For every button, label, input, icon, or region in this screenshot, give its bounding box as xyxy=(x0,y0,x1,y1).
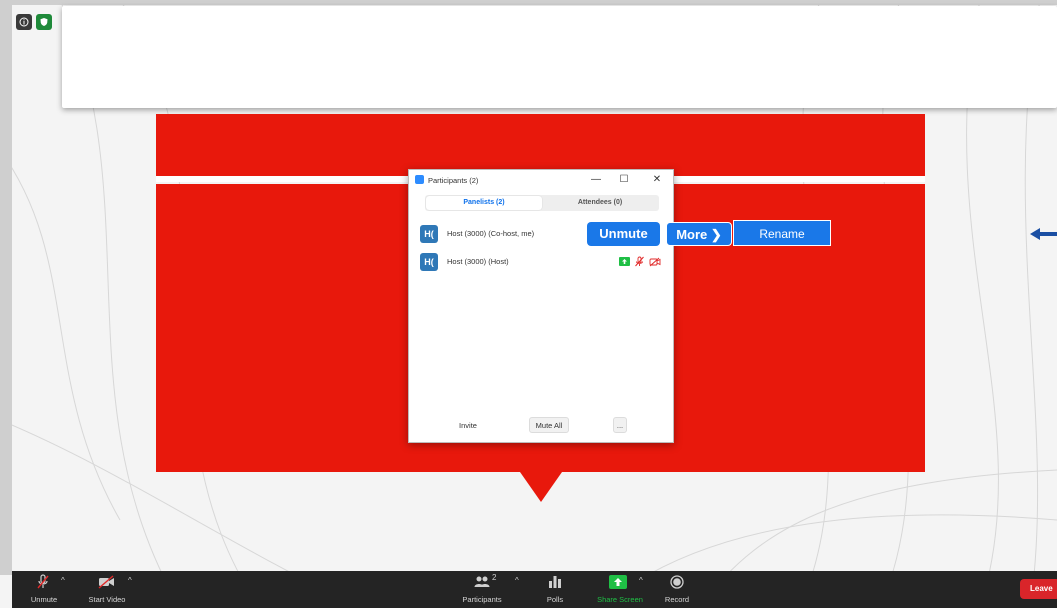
participants-icon xyxy=(474,576,490,587)
window-frame-left xyxy=(0,0,12,575)
screen-share-icon xyxy=(619,257,630,266)
participant-row[interactable]: H( Host (3000) (Host) xyxy=(419,252,669,272)
participant-tabs: Panelists (2) Attendees (0) xyxy=(425,195,659,211)
window-titlebar[interactable]: Participants (2) — ☐ ✕ xyxy=(409,170,673,190)
participant-name: Host (3000) (Host) xyxy=(447,257,509,266)
meeting-toolbar: ^ Unmute ^ Start Video 2 ^ Participants … xyxy=(12,571,1057,608)
toolbar-label: Participants xyxy=(462,595,502,604)
avatar: H( xyxy=(420,253,438,271)
shield-icon[interactable] xyxy=(36,14,52,30)
mute-all-button[interactable]: Mute All xyxy=(529,417,569,433)
minimize-icon[interactable]: — xyxy=(589,173,603,187)
record-button[interactable]: Record xyxy=(637,571,717,608)
participants-count: 2 xyxy=(492,573,497,582)
red-banner-pointer xyxy=(520,472,562,502)
window-title: Participants (2) xyxy=(428,176,479,185)
red-banner-top xyxy=(156,114,925,176)
avatar: H( xyxy=(420,225,438,243)
maximize-icon[interactable]: ☐ xyxy=(617,173,631,187)
invite-button[interactable]: Invite xyxy=(454,417,482,433)
caret-up-icon[interactable]: ^ xyxy=(128,576,132,585)
unmute-participant-button[interactable]: Unmute xyxy=(587,222,660,246)
participants-window: Participants (2) — ☐ ✕ Panelists (2) Att… xyxy=(408,169,674,443)
meeting-stage: Participants (2) — ☐ ✕ Panelists (2) Att… xyxy=(0,0,1057,608)
toolbar-label: Record xyxy=(664,595,690,604)
close-icon[interactable]: ✕ xyxy=(650,173,664,187)
toolbar-label: Start Video xyxy=(88,595,126,604)
rename-menu-item[interactable]: Rename xyxy=(733,220,831,246)
meeting-info-group xyxy=(16,14,52,30)
tab-panelists[interactable]: Panelists (2) xyxy=(426,196,542,210)
top-banner xyxy=(62,6,1057,108)
arrow-left-icon xyxy=(1030,228,1057,240)
participants-button[interactable]: 2 ^ Participants xyxy=(442,571,522,608)
info-icon[interactable] xyxy=(16,14,32,30)
video-off-icon xyxy=(98,575,114,589)
record-icon xyxy=(670,575,684,589)
more-menu-button[interactable]: More ❯ xyxy=(666,222,732,246)
more-options-button[interactable]: ... xyxy=(613,417,627,433)
tab-attendees[interactable]: Attendees (0) xyxy=(542,196,658,210)
leave-button[interactable]: Leave xyxy=(1020,579,1057,599)
zoom-app-icon xyxy=(415,175,424,184)
participant-status-icons xyxy=(619,256,661,267)
window-frame-top xyxy=(0,0,1057,5)
polls-icon xyxy=(549,576,561,588)
participant-name: Host (3000) (Co-host, me) xyxy=(447,229,535,238)
start-video-button[interactable]: ^ Start Video xyxy=(72,571,152,608)
mic-muted-icon xyxy=(37,574,49,589)
share-screen-icon xyxy=(609,575,627,589)
caret-up-icon[interactable]: ^ xyxy=(61,576,65,585)
mic-muted-icon xyxy=(635,256,644,267)
video-off-icon xyxy=(649,257,661,266)
